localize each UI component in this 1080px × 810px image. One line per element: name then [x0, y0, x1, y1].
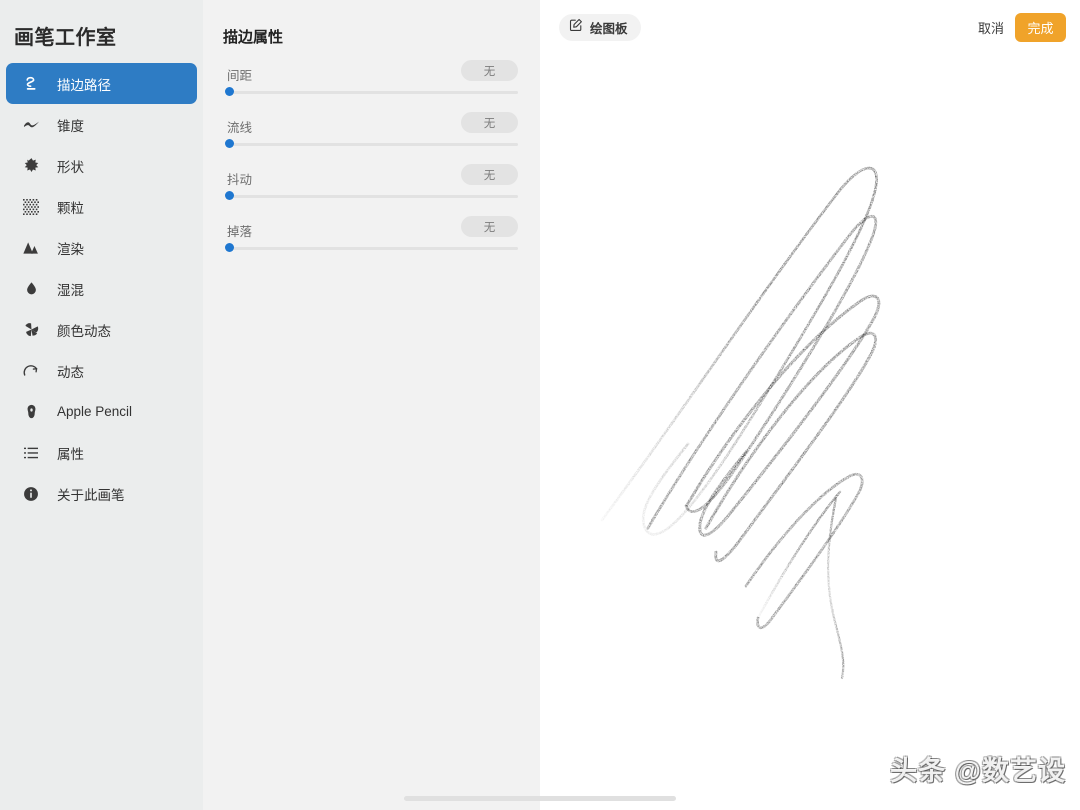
slider-thumb[interactable]	[225, 243, 234, 252]
sidebar-item-wet-mix[interactable]: 湿混	[6, 268, 197, 309]
stroke-properties-panel: 描边属性 间距 无 流线 无 抖动 无 掉落 无	[203, 0, 540, 810]
cancel-button[interactable]: 取消	[978, 18, 1004, 37]
sidebar-item-apple-pencil[interactable]: Apple Pencil	[6, 391, 197, 432]
sidebar-item-render[interactable]: 渲染	[6, 227, 197, 268]
slider-row-fall-off: 掉落 无	[225, 216, 518, 271]
brush-studio-window: 画笔工作室 描边路径 锥度 形状 颗粒 渲染 湿混 颜色动态 动态 Apple …	[0, 0, 1080, 810]
slider-value-badge[interactable]: 无	[461, 112, 518, 133]
apple-pencil-icon	[20, 401, 42, 423]
sidebar-item-shape[interactable]: 形状	[6, 145, 197, 186]
sidebar-item-label: 描边路径	[57, 77, 111, 93]
home-indicator[interactable]	[404, 796, 676, 801]
slider-thumb[interactable]	[225, 87, 234, 96]
sidebar: 画笔工作室 描边路径 锥度 形状 颗粒 渲染 湿混 颜色动态 动态 Apple …	[0, 0, 203, 810]
watermark: 头条 @数艺设	[890, 756, 1066, 786]
taper-icon	[20, 114, 42, 136]
stroke-path-icon	[20, 73, 42, 95]
slider-list: 间距 无 流线 无 抖动 无 掉落 无	[203, 60, 540, 271]
sidebar-item-attributes[interactable]: 属性	[6, 432, 197, 473]
slider-value-badge[interactable]: 无	[461, 164, 518, 185]
slider-track[interactable]	[227, 195, 518, 198]
sidebar-item-label: 关于此画笔	[57, 487, 125, 503]
sidebar-item-taper[interactable]: 锥度	[6, 104, 197, 145]
brush-preview-canvas[interactable]: 绘图板 取消 完成 头条 @数艺设	[540, 0, 1080, 810]
sidebar-item-color-dynamics[interactable]: 颜色动态	[6, 309, 197, 350]
sidebar-item-label: Apple Pencil	[57, 404, 133, 419]
page-title: 画笔工作室	[14, 27, 117, 49]
sidebar-item-about-brush[interactable]: 关于此画笔	[6, 473, 197, 514]
sidebar-item-label: 动态	[57, 364, 84, 380]
sidebar-item-label: 形状	[57, 159, 84, 175]
shape-starburst-icon	[20, 155, 42, 177]
slider-value-badge[interactable]: 无	[461, 60, 518, 81]
canvas-toolbar: 绘图板 取消 完成	[540, 0, 1080, 56]
sidebar-item-label: 锥度	[57, 118, 84, 134]
slider-label: 流线	[227, 121, 253, 135]
dynamics-gauge-icon	[20, 360, 42, 382]
slider-row-streamline: 流线 无	[225, 112, 518, 167]
brush-stroke-preview	[600, 166, 881, 680]
attributes-list-icon	[20, 442, 42, 464]
slider-track[interactable]	[227, 91, 518, 94]
sidebar-item-stroke-path[interactable]: 描边路径	[6, 63, 197, 104]
sidebar-item-label: 渲染	[57, 241, 84, 257]
drawing-pad-button[interactable]: 绘图板	[559, 14, 641, 41]
wet-mix-droplet-icon	[20, 278, 42, 300]
sidebar-item-grain[interactable]: 颗粒	[6, 186, 197, 227]
edit-square-pencil-icon	[569, 18, 583, 37]
slider-label: 掉落	[227, 225, 253, 239]
sidebar-item-label: 颗粒	[57, 200, 84, 216]
color-dynamics-pinwheel-icon	[20, 319, 42, 341]
panel-title: 描边属性	[223, 29, 284, 46]
sidebar-nav-list: 描边路径 锥度 形状 颗粒 渲染 湿混 颜色动态 动态 Apple Pencil…	[0, 63, 203, 514]
slider-row-spacing: 间距 无	[225, 60, 518, 115]
slider-thumb[interactable]	[225, 139, 234, 148]
slider-value-badge[interactable]: 无	[461, 216, 518, 237]
grain-dots-icon	[20, 196, 42, 218]
render-mountains-icon	[20, 237, 42, 259]
sidebar-item-dynamics[interactable]: 动态	[6, 350, 197, 391]
sidebar-item-label: 属性	[57, 446, 84, 462]
info-circle-icon	[20, 483, 42, 505]
sidebar-item-label: 颜色动态	[57, 323, 111, 339]
slider-track[interactable]	[227, 247, 518, 250]
slider-track[interactable]	[227, 143, 518, 146]
done-button[interactable]: 完成	[1015, 13, 1066, 42]
slider-row-jitter: 抖动 无	[225, 164, 518, 219]
slider-label: 间距	[227, 69, 253, 83]
slider-label: 抖动	[227, 173, 253, 187]
drawing-pad-label: 绘图板	[590, 22, 628, 36]
sidebar-item-label: 湿混	[57, 282, 84, 298]
slider-thumb[interactable]	[225, 191, 234, 200]
